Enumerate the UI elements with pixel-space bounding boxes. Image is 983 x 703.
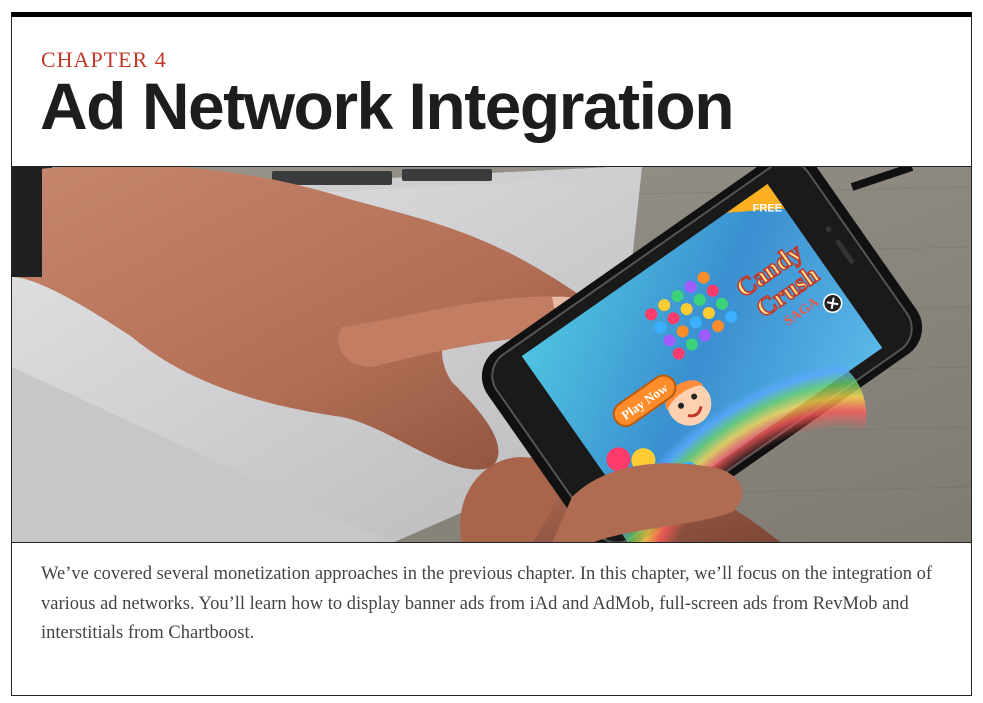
chapter-header: CHAPTER 4 Ad Network Integration xyxy=(12,17,971,167)
chapter-title: Ad Network Integration xyxy=(40,69,735,143)
chapter-page: CHAPTER 4 Ad Network Integration FREE Ca… xyxy=(11,12,972,696)
free-badge: FREE xyxy=(753,203,782,215)
intro-paragraph: We’ve covered several monetization appro… xyxy=(41,564,933,643)
hero-photo: FREE Candy Crush SAGA Play Now xyxy=(12,167,971,543)
